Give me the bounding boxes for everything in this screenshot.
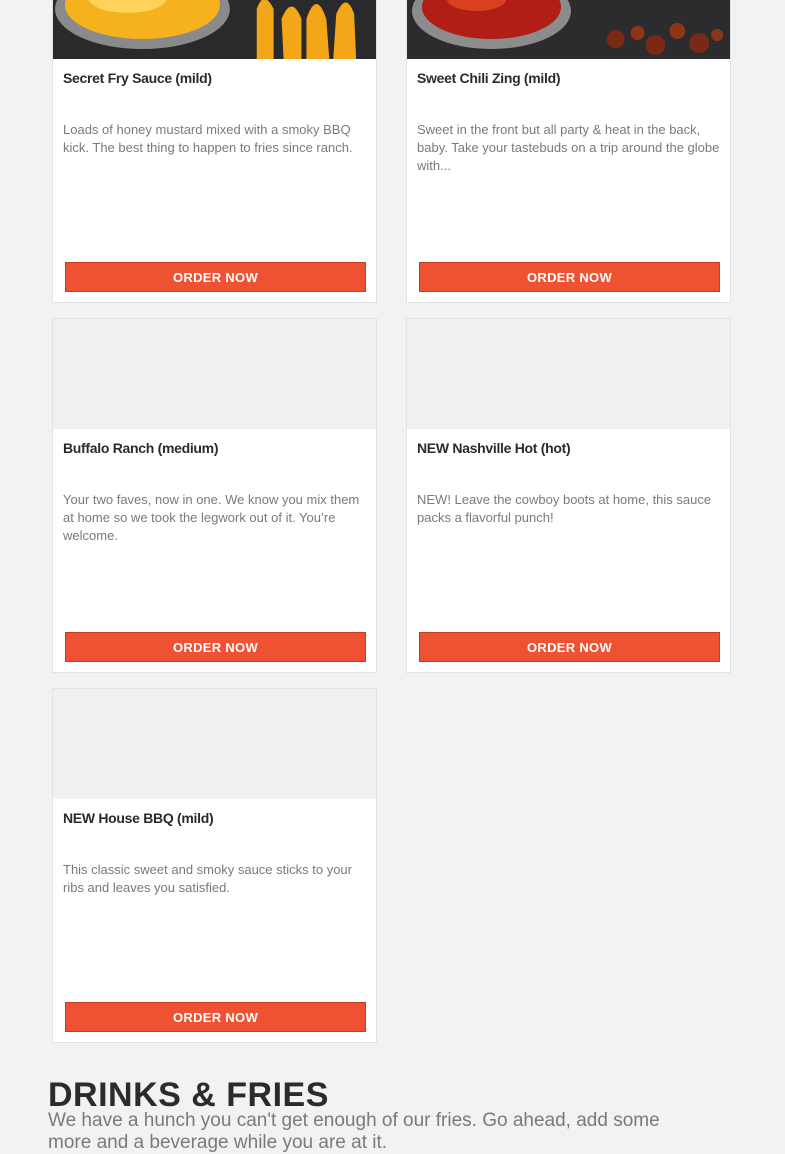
sauce-image[interactable] bbox=[53, 0, 376, 59]
sauce-title: NEW Nashville Hot (hot) bbox=[417, 440, 571, 456]
sauce-description: Your two faves, now in one. We know you … bbox=[63, 492, 360, 543]
section-title: DRINKS & FRIES bbox=[48, 1076, 329, 1114]
sauce-image-placeholder[interactable] bbox=[407, 319, 730, 429]
sauce-title: Secret Fry Sauce (mild) bbox=[63, 70, 212, 86]
sauce-description: Sweet in the front but all party & heat … bbox=[417, 122, 720, 173]
sauce-image-placeholder[interactable] bbox=[53, 319, 376, 429]
sauce-title: Sweet Chili Zing (mild) bbox=[417, 70, 561, 86]
sauce-description: Loads of honey mustard mixed with a smok… bbox=[63, 122, 353, 155]
sauce-card: Sweet Chili Zing (mild) Sweet in the fro… bbox=[406, 0, 731, 303]
sauce-card: NEW Nashville Hot (hot) NEW! Leave the c… bbox=[406, 318, 731, 673]
order-now-button[interactable]: ORDER NOW bbox=[419, 632, 720, 662]
sauce-title: NEW House BBQ (mild) bbox=[63, 810, 214, 826]
order-now-button[interactable]: ORDER NOW bbox=[65, 632, 366, 662]
sauce-image-placeholder[interactable] bbox=[53, 689, 376, 799]
order-now-button[interactable]: ORDER NOW bbox=[65, 1002, 366, 1032]
sauce-card: Secret Fry Sauce (mild) Loads of honey m… bbox=[52, 0, 377, 303]
sauce-image[interactable] bbox=[407, 0, 730, 59]
section-subtitle: We have a hunch you can't get enough of … bbox=[48, 1110, 660, 1153]
sauce-card: NEW House BBQ (mild) This classic sweet … bbox=[52, 688, 377, 1043]
sauce-card: Buffalo Ranch (medium) Your two faves, n… bbox=[52, 318, 377, 673]
sauce-title: Buffalo Ranch (medium) bbox=[63, 440, 219, 456]
secret-fry-sauce-photo bbox=[53, 0, 376, 59]
order-now-button[interactable]: ORDER NOW bbox=[419, 262, 720, 292]
sauce-description: NEW! Leave the cowboy boots at home, thi… bbox=[417, 492, 712, 525]
order-now-button[interactable]: ORDER NOW bbox=[65, 262, 366, 292]
sauce-description: This classic sweet and smoky sauce stick… bbox=[63, 862, 352, 895]
sweet-chili-zing-photo bbox=[407, 0, 730, 59]
